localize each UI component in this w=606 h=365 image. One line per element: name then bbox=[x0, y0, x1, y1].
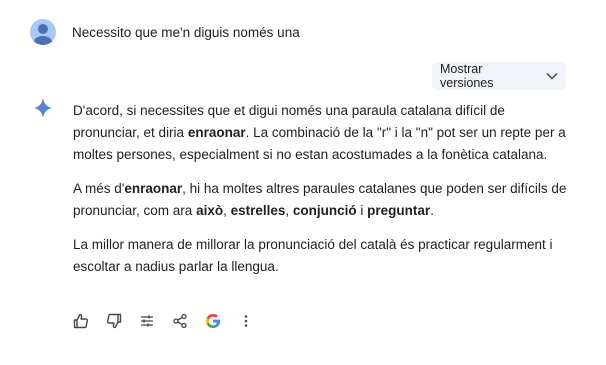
bold-word: enraonar bbox=[124, 181, 183, 196]
show-versions-button[interactable]: Mostrar versiones bbox=[432, 62, 566, 90]
text-span: . bbox=[430, 203, 434, 218]
text-span: i bbox=[356, 203, 368, 218]
user-message-text: Necessito que me'n diguis només una bbox=[72, 24, 300, 40]
share-icon[interactable] bbox=[171, 312, 189, 330]
bold-word: estrelles bbox=[230, 203, 286, 218]
user-avatar-icon[interactable] bbox=[30, 19, 56, 45]
gemini-sparkle-icon bbox=[31, 96, 55, 120]
more-vert-icon[interactable] bbox=[237, 312, 255, 330]
text-span: , bbox=[285, 203, 293, 218]
bold-word: conjunció bbox=[292, 203, 357, 218]
thumbs-down-icon[interactable] bbox=[105, 312, 123, 330]
response-body: D'acord, si necessites que et digui nomé… bbox=[73, 100, 573, 290]
tune-icon[interactable] bbox=[138, 312, 156, 330]
text-span: La millor manera de millorar la pronunci… bbox=[73, 237, 553, 274]
response-paragraph: A més d'enraonar, hi ha moltes altres pa… bbox=[73, 178, 573, 222]
text-span: A més d' bbox=[73, 181, 125, 196]
google-icon[interactable] bbox=[204, 312, 222, 330]
show-versions-label: Mostrar versiones bbox=[440, 62, 494, 90]
user-message-row: Necessito que me'n diguis només una bbox=[30, 19, 300, 45]
response-paragraph: La millor manera de millorar la pronunci… bbox=[73, 234, 573, 278]
bold-word: enraonar bbox=[187, 125, 246, 140]
bold-word: preguntar bbox=[367, 203, 431, 218]
bold-word: això bbox=[196, 203, 224, 218]
thumbs-up-icon[interactable] bbox=[72, 312, 90, 330]
chevron-down-icon bbox=[546, 69, 558, 83]
response-actions bbox=[72, 312, 270, 330]
text-span: , bbox=[223, 203, 231, 218]
response-paragraph: D'acord, si necessites que et digui nomé… bbox=[73, 100, 573, 166]
